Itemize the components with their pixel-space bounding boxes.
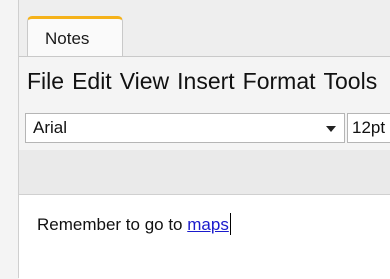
- menu-view[interactable]: View: [120, 67, 169, 95]
- tab-strip: Notes: [19, 0, 390, 56]
- menu-edit[interactable]: Edit: [72, 67, 112, 95]
- note-editor[interactable]: Remember to go to maps: [19, 194, 390, 279]
- maps-link[interactable]: maps: [187, 215, 229, 234]
- notes-app-window: Notes File Edit View Insert Format Tools Aria…: [18, 0, 390, 279]
- font-size-select[interactable]: 12pt: [347, 113, 390, 143]
- menu-file[interactable]: File: [27, 67, 64, 95]
- tab-notes[interactable]: Notes: [27, 16, 123, 56]
- menu-tools[interactable]: Tools: [324, 67, 378, 95]
- font-family-select[interactable]: Arial: [25, 113, 345, 143]
- tab-label: Notes: [45, 29, 90, 48]
- menu-insert[interactable]: Insert: [177, 67, 235, 95]
- toolbar-area: [19, 150, 390, 194]
- menu-bar: File Edit View Insert Format Tools: [19, 56, 390, 109]
- chevron-down-icon[interactable]: [326, 126, 336, 132]
- font-size-value: 12pt: [352, 118, 386, 137]
- text-caret: [229, 213, 231, 235]
- font-family-value: Arial: [33, 118, 68, 137]
- editor-text-line: Remember to go to maps: [37, 213, 231, 235]
- format-bar: Arial 12pt: [19, 108, 390, 150]
- menu-format[interactable]: Format: [243, 67, 316, 95]
- editor-text: Remember to go to: [37, 215, 188, 234]
